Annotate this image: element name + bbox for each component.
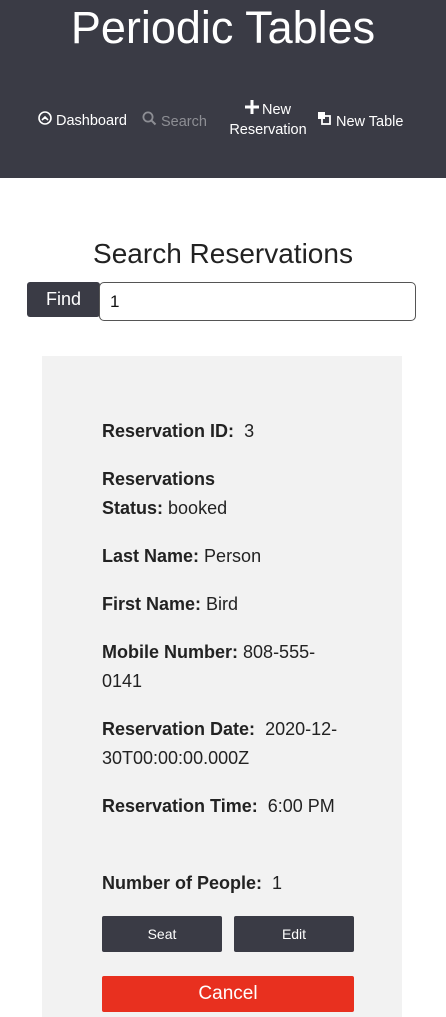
app-title: Periodic Tables bbox=[70, 2, 376, 53]
nav-new-table-link[interactable]: New Table bbox=[317, 111, 403, 132]
first-name-field: First Name: Bird bbox=[102, 590, 342, 619]
reservation-time-field: Reservation Time: 6:00 PM bbox=[102, 792, 342, 821]
nav-dashboard-label: Dashboard bbox=[56, 113, 127, 129]
mobile-number-field: Mobile Number: 808-555-0141 bbox=[102, 638, 342, 696]
number-of-people-value: 1 bbox=[272, 873, 283, 893]
cancel-button[interactable]: Cancel bbox=[102, 976, 354, 1012]
nav-search-link[interactable]: Search bbox=[142, 111, 207, 132]
first-name-value: Bird bbox=[206, 594, 239, 614]
reservation-id-value: 3 bbox=[244, 421, 255, 441]
last-name-value: Person bbox=[204, 546, 262, 566]
nav-new-table-label: New Table bbox=[336, 113, 404, 130]
nav-search-label: Search bbox=[161, 113, 207, 130]
layers-icon bbox=[317, 111, 332, 132]
app-header: Periodic Tables Dashboard Search New Res… bbox=[0, 0, 446, 178]
find-button[interactable]: Find bbox=[27, 282, 100, 317]
nav-dashboard-link[interactable]: Dashboard bbox=[38, 111, 127, 131]
reservation-date-field: Reservation Date: 2020-12-30T00:00:00.00… bbox=[102, 715, 342, 773]
reservation-status-field: Reservations Status: booked bbox=[102, 465, 342, 523]
last-name-field: Last Name: Person bbox=[102, 542, 342, 571]
edit-button[interactable]: Edit bbox=[234, 916, 354, 952]
reservation-status-value: booked bbox=[168, 498, 228, 518]
plus-icon bbox=[244, 100, 259, 120]
search-input[interactable] bbox=[99, 282, 416, 321]
nav-new-reservation-label-line1: New bbox=[261, 102, 291, 118]
reservation-id-field: Reservation ID: 3 bbox=[102, 417, 342, 446]
first-name-label: First Name: bbox=[102, 594, 202, 614]
page-title: Search Reservations bbox=[93, 238, 353, 269]
reservation-time-value: 6:00 PM bbox=[267, 796, 335, 816]
reservation-status-label-line1: Reservations bbox=[102, 469, 216, 489]
reservation-date-label: Reservation Date: bbox=[102, 719, 256, 739]
seat-button[interactable]: Seat bbox=[102, 916, 222, 952]
nav-new-reservation-label-line2: Reservation bbox=[229, 122, 307, 138]
last-name-label: Last Name: bbox=[102, 546, 200, 566]
nav-new-reservation-link[interactable]: New Reservation bbox=[229, 100, 307, 140]
reservation-status-label-line2: Status: bbox=[102, 498, 164, 518]
mobile-number-label: Mobile Number: bbox=[102, 642, 239, 662]
number-of-people-field: Number of People: 1 bbox=[102, 869, 342, 898]
dashboard-icon bbox=[38, 111, 52, 131]
reservation-time-label: Reservation Time: bbox=[102, 796, 258, 816]
number-of-people-label: Number of People: bbox=[102, 873, 263, 893]
reservation-id-label: Reservation ID: bbox=[102, 421, 235, 441]
search-icon bbox=[142, 111, 157, 132]
